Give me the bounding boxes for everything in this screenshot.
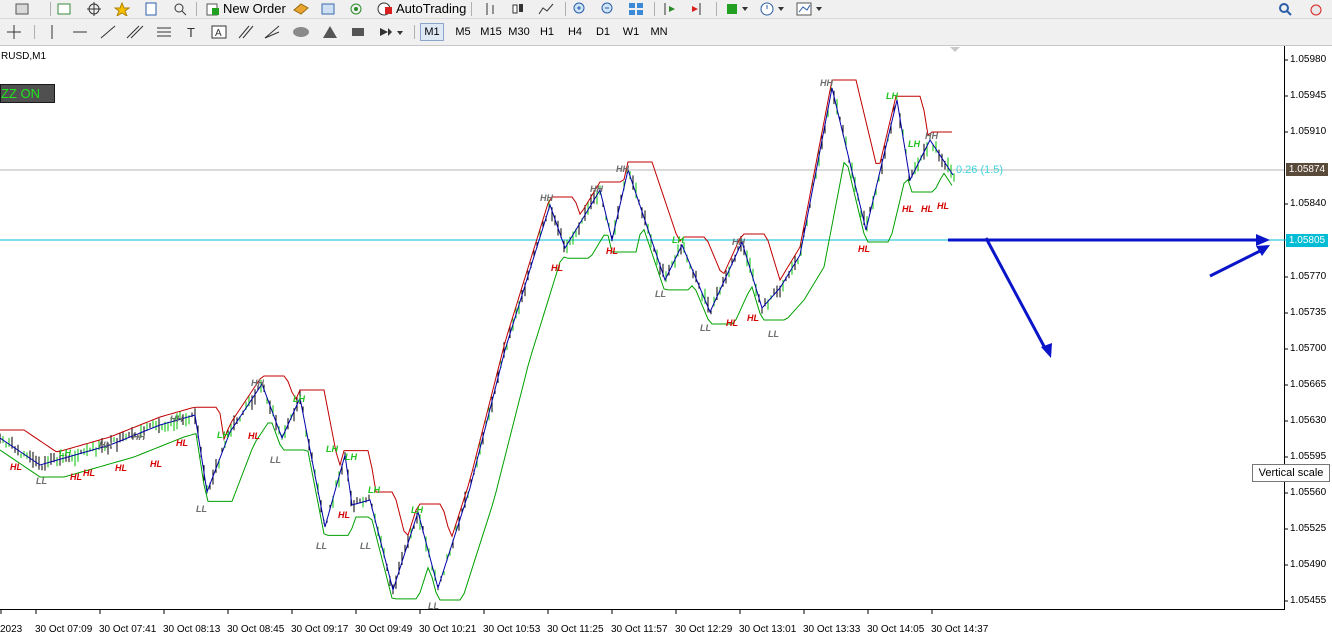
- price-tick-label: 1.05490: [1290, 559, 1327, 570]
- time-tick-label: 30 Oct 11:57: [611, 624, 668, 635]
- price-tick-label: 1.05525: [1290, 523, 1327, 534]
- price-tick-label: 1.05770: [1290, 271, 1327, 282]
- swing-label-ll: LL: [700, 323, 711, 333]
- time-tick-label: 30 Oct 11:25: [547, 624, 604, 635]
- time-tick-label: 2023: [0, 624, 23, 635]
- price-tick-label: 1.05910: [1290, 126, 1327, 137]
- price-tick-label: 1.05630: [1290, 415, 1327, 426]
- zz-toggle-button[interactable]: ZZ ON: [0, 84, 55, 103]
- swing-label-hh: HH: [925, 131, 938, 141]
- swing-label-hh: HH: [99, 440, 112, 450]
- swing-label-lh: LH: [886, 91, 898, 101]
- price-tick-label: 1.05560: [1290, 487, 1327, 498]
- swing-label-hl: HL: [747, 313, 759, 323]
- bid-price-tag: 1.05874: [1286, 163, 1328, 176]
- hline-price-tag[interactable]: 1.05805: [1286, 234, 1328, 247]
- swing-label-hl: HL: [10, 462, 22, 472]
- swing-label-hl: HL: [902, 204, 914, 214]
- swing-label-hl: HL: [248, 431, 260, 441]
- swing-label-hh: HH: [132, 432, 145, 442]
- time-tick-label: 30 Oct 10:53: [483, 624, 541, 635]
- symbol-title: RUSD,M1: [1, 51, 47, 62]
- price-tick-label: 1.05700: [1290, 343, 1327, 354]
- swing-label-lh: LH: [672, 235, 684, 245]
- price-chart: [0, 47, 1288, 614]
- swing-label-hh: HH: [616, 164, 629, 174]
- swing-label-lh: LH: [368, 485, 380, 495]
- swing-label-hh: HH: [251, 378, 264, 388]
- lower-band: [0, 161, 953, 601]
- swing-label-ll: LL: [768, 329, 779, 339]
- swing-label-ll: LL: [428, 601, 439, 611]
- swing-label-ll: LL: [316, 541, 327, 551]
- swing-label-lh: LH: [345, 452, 357, 462]
- swing-label-lh: LH: [326, 444, 338, 454]
- time-tick-label: 30 Oct 09:17: [291, 624, 349, 635]
- swing-label-lh: LH: [908, 139, 920, 149]
- swing-label-hh: HH: [820, 78, 833, 88]
- arrow-down-line[interactable]: [984, 237, 1048, 351]
- time-tick-label: 30 Oct 12:29: [675, 624, 733, 635]
- swing-label-hh: HH: [170, 414, 183, 424]
- swing-label-hl: HL: [551, 263, 563, 273]
- swing-label-hl: HL: [921, 204, 933, 214]
- swing-label-hl: HL: [83, 468, 95, 478]
- swing-label-hl: HL: [858, 244, 870, 254]
- swing-label-ll: LL: [655, 289, 666, 299]
- shift-marker: [950, 47, 960, 52]
- swing-label-ll: LL: [270, 455, 281, 465]
- upper-band: [0, 79, 952, 538]
- swing-label-hl: HL: [606, 246, 618, 256]
- swing-label-hh: HH: [540, 193, 553, 203]
- swing-label-ll: LL: [36, 476, 47, 486]
- price-tick-label: 1.05595: [1290, 451, 1327, 462]
- swing-label-hl: HL: [338, 510, 350, 520]
- swing-label-lh: LH: [59, 448, 71, 458]
- arrow-right-head: [1256, 234, 1270, 246]
- price-tick-label: 1.05665: [1290, 379, 1327, 390]
- swing-label-hl: HL: [115, 463, 127, 473]
- price-tick-label: 1.05980: [1290, 54, 1327, 65]
- swing-label-hh: HH: [590, 184, 603, 194]
- swing-label-hl: HL: [726, 318, 738, 328]
- swing-label-hl: HL: [70, 472, 82, 482]
- time-tick-label: 30 Oct 09:49: [355, 624, 413, 635]
- price-tick-label: 1.05840: [1290, 198, 1327, 209]
- arrow-up-line[interactable]: [1209, 248, 1263, 278]
- swing-label-hh: HH: [732, 237, 745, 247]
- swing-label-lh: LH: [293, 394, 305, 404]
- vertical-scale-tooltip: Vertical scale: [1252, 464, 1330, 482]
- time-tick-label: 30 Oct 08:45: [227, 624, 285, 635]
- price-tick-label: 1.05455: [1290, 595, 1327, 606]
- price-bars: [0, 86, 955, 595]
- time-tick-label: 30 Oct 07:09: [35, 624, 93, 635]
- swing-label-ll: LL: [196, 504, 207, 514]
- swing-label-hl: HL: [150, 459, 162, 469]
- time-tick-label: 30 Oct 10:21: [419, 624, 477, 635]
- swing-label-hl: HL: [937, 201, 949, 211]
- swing-label-lh: LH: [411, 505, 423, 515]
- spread-label: 0.26 (1.5): [956, 164, 1004, 176]
- zigzag-line: [0, 87, 954, 592]
- swing-label-lh: LH: [217, 430, 229, 440]
- swing-label-ll: LL: [360, 541, 371, 551]
- time-tick-label: 30 Oct 13:01: [739, 624, 797, 635]
- time-tick-label: 30 Oct 08:13: [163, 624, 221, 635]
- price-tick-label: 1.05945: [1290, 90, 1327, 101]
- time-tick-label: 30 Oct 13:33: [803, 624, 861, 635]
- time-tick-label: 30 Oct 07:41: [99, 624, 157, 635]
- price-tick-label: 1.05735: [1290, 307, 1327, 318]
- time-tick-label: 30 Oct 14:37: [931, 624, 989, 635]
- swing-label-hl: HL: [176, 438, 188, 448]
- time-tick-label: 30 Oct 14:05: [867, 624, 925, 635]
